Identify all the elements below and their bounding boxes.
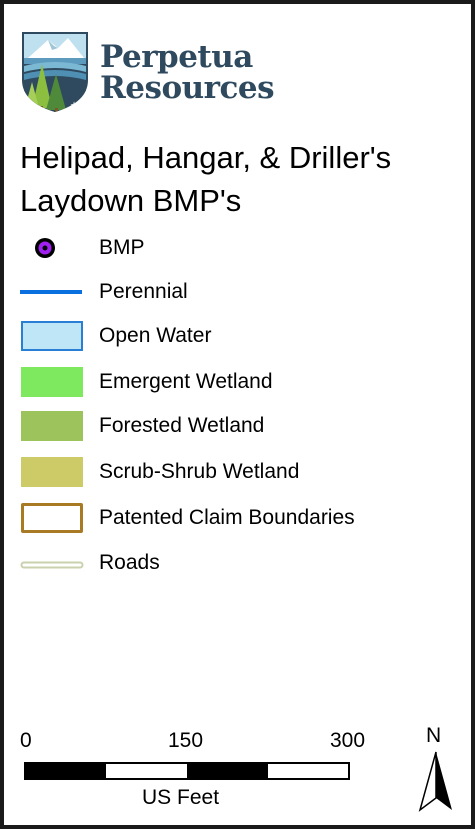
scrub-shrub-wetland-swatch bbox=[21, 457, 83, 487]
svg-text:★: ★ bbox=[70, 101, 78, 111]
legend-label-emergent-wetland: Emergent Wetland bbox=[99, 370, 273, 393]
road-line-icon bbox=[20, 543, 86, 583]
legend-label-roads: Roads bbox=[99, 551, 160, 574]
legend-item-emergent-wetland: Emergent Wetland bbox=[4, 362, 474, 402]
company-logo: ★ Perpetua Resources bbox=[18, 28, 288, 120]
map-legend-panel: ★ Perpetua Resources Helipad, Hangar, & … bbox=[0, 0, 475, 829]
legend-title-line-1: Helipad, Hangar, & Driller's bbox=[20, 140, 392, 175]
legend-label-bmp: BMP bbox=[99, 236, 145, 259]
scale-tick-label-300: 300 bbox=[330, 729, 366, 752]
north-label: N bbox=[426, 724, 442, 747]
legend-label-forested-wetland: Forested Wetland bbox=[99, 414, 265, 437]
legend-title: Helipad, Hangar, & Driller's Laydown BMP… bbox=[20, 136, 460, 222]
legend-label-perennial: Perennial bbox=[99, 280, 188, 303]
legend-item-perennial: Perennial bbox=[4, 272, 474, 312]
logo-line-2: Resources bbox=[100, 70, 275, 106]
legend-item-roads: Roads bbox=[4, 543, 474, 583]
scale-bar: 0 150 300 US Feet bbox=[4, 729, 474, 829]
legend-title-line-2: Laydown BMP's bbox=[20, 183, 242, 218]
open-water-swatch bbox=[21, 321, 83, 351]
north-arrow-icon bbox=[418, 751, 452, 812]
legend-label-open-water: Open Water bbox=[99, 324, 212, 347]
legend-item-open-water: Open Water bbox=[4, 316, 474, 356]
logo-line-1: Perpetua bbox=[100, 39, 253, 75]
forested-wetland-swatch bbox=[21, 411, 83, 441]
legend-label-scrub-shrub-wetland: Scrub-Shrub Wetland bbox=[99, 460, 300, 483]
legend-item-scrub-shrub-wetland: Scrub-Shrub Wetland bbox=[4, 452, 474, 492]
bmp-point-icon bbox=[20, 228, 86, 268]
mountain-shield-icon: ★ bbox=[22, 32, 88, 112]
patented-claim-boundary-swatch bbox=[21, 503, 83, 533]
scale-unit-label: US Feet bbox=[142, 786, 220, 809]
scale-bar-graphic bbox=[24, 762, 350, 780]
legend-item-bmp: BMP bbox=[4, 228, 474, 268]
legend-label-patented-claim-boundaries: Patented Claim Boundaries bbox=[99, 506, 355, 529]
scale-tick-label-150: 150 bbox=[168, 729, 204, 752]
emergent-wetland-swatch bbox=[21, 367, 83, 397]
scale-tick-label-0: 0 bbox=[20, 729, 32, 752]
legend-item-patented-claim-boundaries: Patented Claim Boundaries bbox=[4, 498, 474, 538]
legend-item-forested-wetland: Forested Wetland bbox=[4, 406, 474, 446]
perennial-line-icon bbox=[20, 272, 86, 312]
logo-wordmark: Perpetua Resources bbox=[100, 39, 275, 106]
